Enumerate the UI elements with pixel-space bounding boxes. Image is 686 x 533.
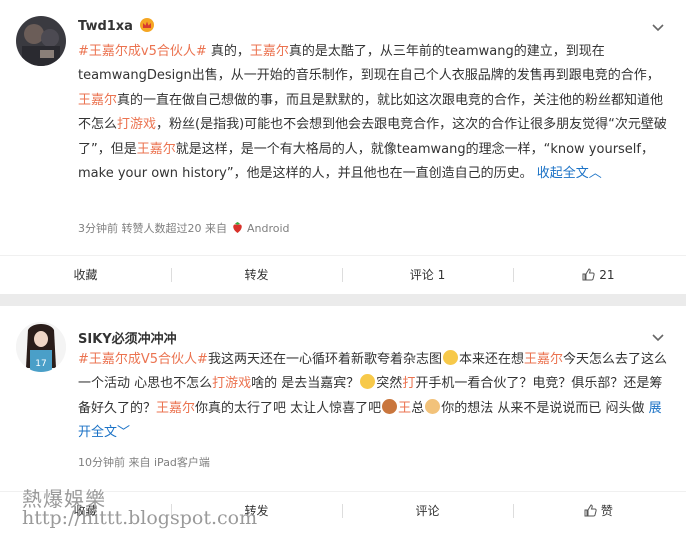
post-text-run: 啥的 是去当嘉宾？ <box>251 376 360 392</box>
source-prefix: 来自 <box>205 222 227 235</box>
topic-link[interactable]: 王嘉尔 <box>137 142 176 157</box>
username[interactable]: SIKY必须冲冲冲 <box>78 328 177 347</box>
post-text: #王嘉尔成V5合伙人#我这两天还在一心循环着新歌夸着杂志图 本来还在想王嘉尔今天怎… <box>78 348 668 446</box>
topic-link[interactable]: 王嘉尔 <box>156 401 195 416</box>
topic-link[interactable]: 王嘉尔 <box>250 44 289 59</box>
username[interactable]: Twd1xa <box>78 18 154 34</box>
topic-link[interactable]: 王嘉尔 <box>78 93 117 108</box>
post-meta: 10分钟前 来自 iPad客户端 <box>78 454 210 470</box>
post-text-run: 突然 <box>376 376 403 392</box>
chevron-down-icon[interactable] <box>650 20 666 36</box>
crown-badge-icon <box>139 18 154 32</box>
post-text-run: 你的想法 从来不是说说而已 闷头做 <box>441 400 649 416</box>
weibo-post-1: Twd1xa #王嘉尔成v5合伙人# 真的，王嘉尔真的是太酷了，从三年前的tea… <box>0 0 686 294</box>
post-text-run: 本来还在想 <box>458 352 524 367</box>
person-emoji-icon <box>382 398 398 414</box>
svg-text:17: 17 <box>35 359 46 369</box>
topic-link[interactable]: 打 <box>402 376 415 391</box>
like-button[interactable]: 21 <box>513 256 684 294</box>
chevron-down-icon[interactable] <box>650 330 666 346</box>
thumbs-up-icon <box>584 504 597 517</box>
post-text: #王嘉尔成v5合伙人# 真的，王嘉尔真的是太酷了，从三年前的teamwang的建… <box>78 40 668 186</box>
source-app[interactable]: Android <box>247 222 290 235</box>
expand-toggle-link[interactable]: ︿ <box>589 166 602 181</box>
source-app[interactable]: iPad客户端 <box>154 456 210 469</box>
topic-link[interactable]: 打游戏 <box>117 117 156 132</box>
post-text-run: 你真的太行了吧 太让人惊喜了吧 <box>195 400 382 416</box>
topic-link[interactable]: #王嘉尔成V5合伙人# <box>78 352 208 367</box>
repost-info: 转赞人数超过20 <box>121 222 202 235</box>
post-text-run: 真的， <box>206 44 250 59</box>
topic-link[interactable]: 王嘉尔 <box>524 352 563 367</box>
repost-button[interactable]: 转发 <box>171 256 342 294</box>
user-avatar[interactable]: 17 <box>16 322 66 372</box>
post-text-run: 我这两天还在一心循环着新歌夸着杂志图 <box>207 352 442 367</box>
thinking-face-emoji-icon <box>442 350 458 365</box>
thinking-face-emoji-icon <box>360 374 376 390</box>
topic-link[interactable]: 打游戏 <box>212 376 251 391</box>
handshake-emoji-icon <box>425 398 441 414</box>
topic-link[interactable]: #王嘉尔成v5合伙人# <box>78 44 207 59</box>
comment-button[interactable]: 评论 <box>342 492 513 530</box>
like-button[interactable]: 赞 <box>513 492 684 530</box>
action-bar: 收藏 转发 评论 1 21 <box>0 255 686 294</box>
thumbs-up-icon <box>582 268 596 281</box>
post-text-run: 总 <box>411 400 425 416</box>
watermark-url: http://hittt.blogspot.com <box>22 507 258 529</box>
topic-link[interactable]: 王 <box>398 401 411 416</box>
expand-toggle-link[interactable]: ﹀ <box>117 425 130 440</box>
favorite-button[interactable]: 收藏 <box>0 256 171 294</box>
source-prefix: 来自 <box>128 456 151 469</box>
comment-button[interactable]: 评论 1 <box>342 256 513 294</box>
expand-toggle-link[interactable]: 收起全文 <box>533 166 589 181</box>
post-time[interactable]: 3分钟前 <box>78 222 118 235</box>
strawberry-icon <box>232 222 242 233</box>
user-avatar[interactable] <box>16 16 66 66</box>
post-time[interactable]: 10分钟前 <box>78 456 125 469</box>
post-meta: 3分钟前 转赞人数超过20 来自 Android <box>78 220 290 236</box>
